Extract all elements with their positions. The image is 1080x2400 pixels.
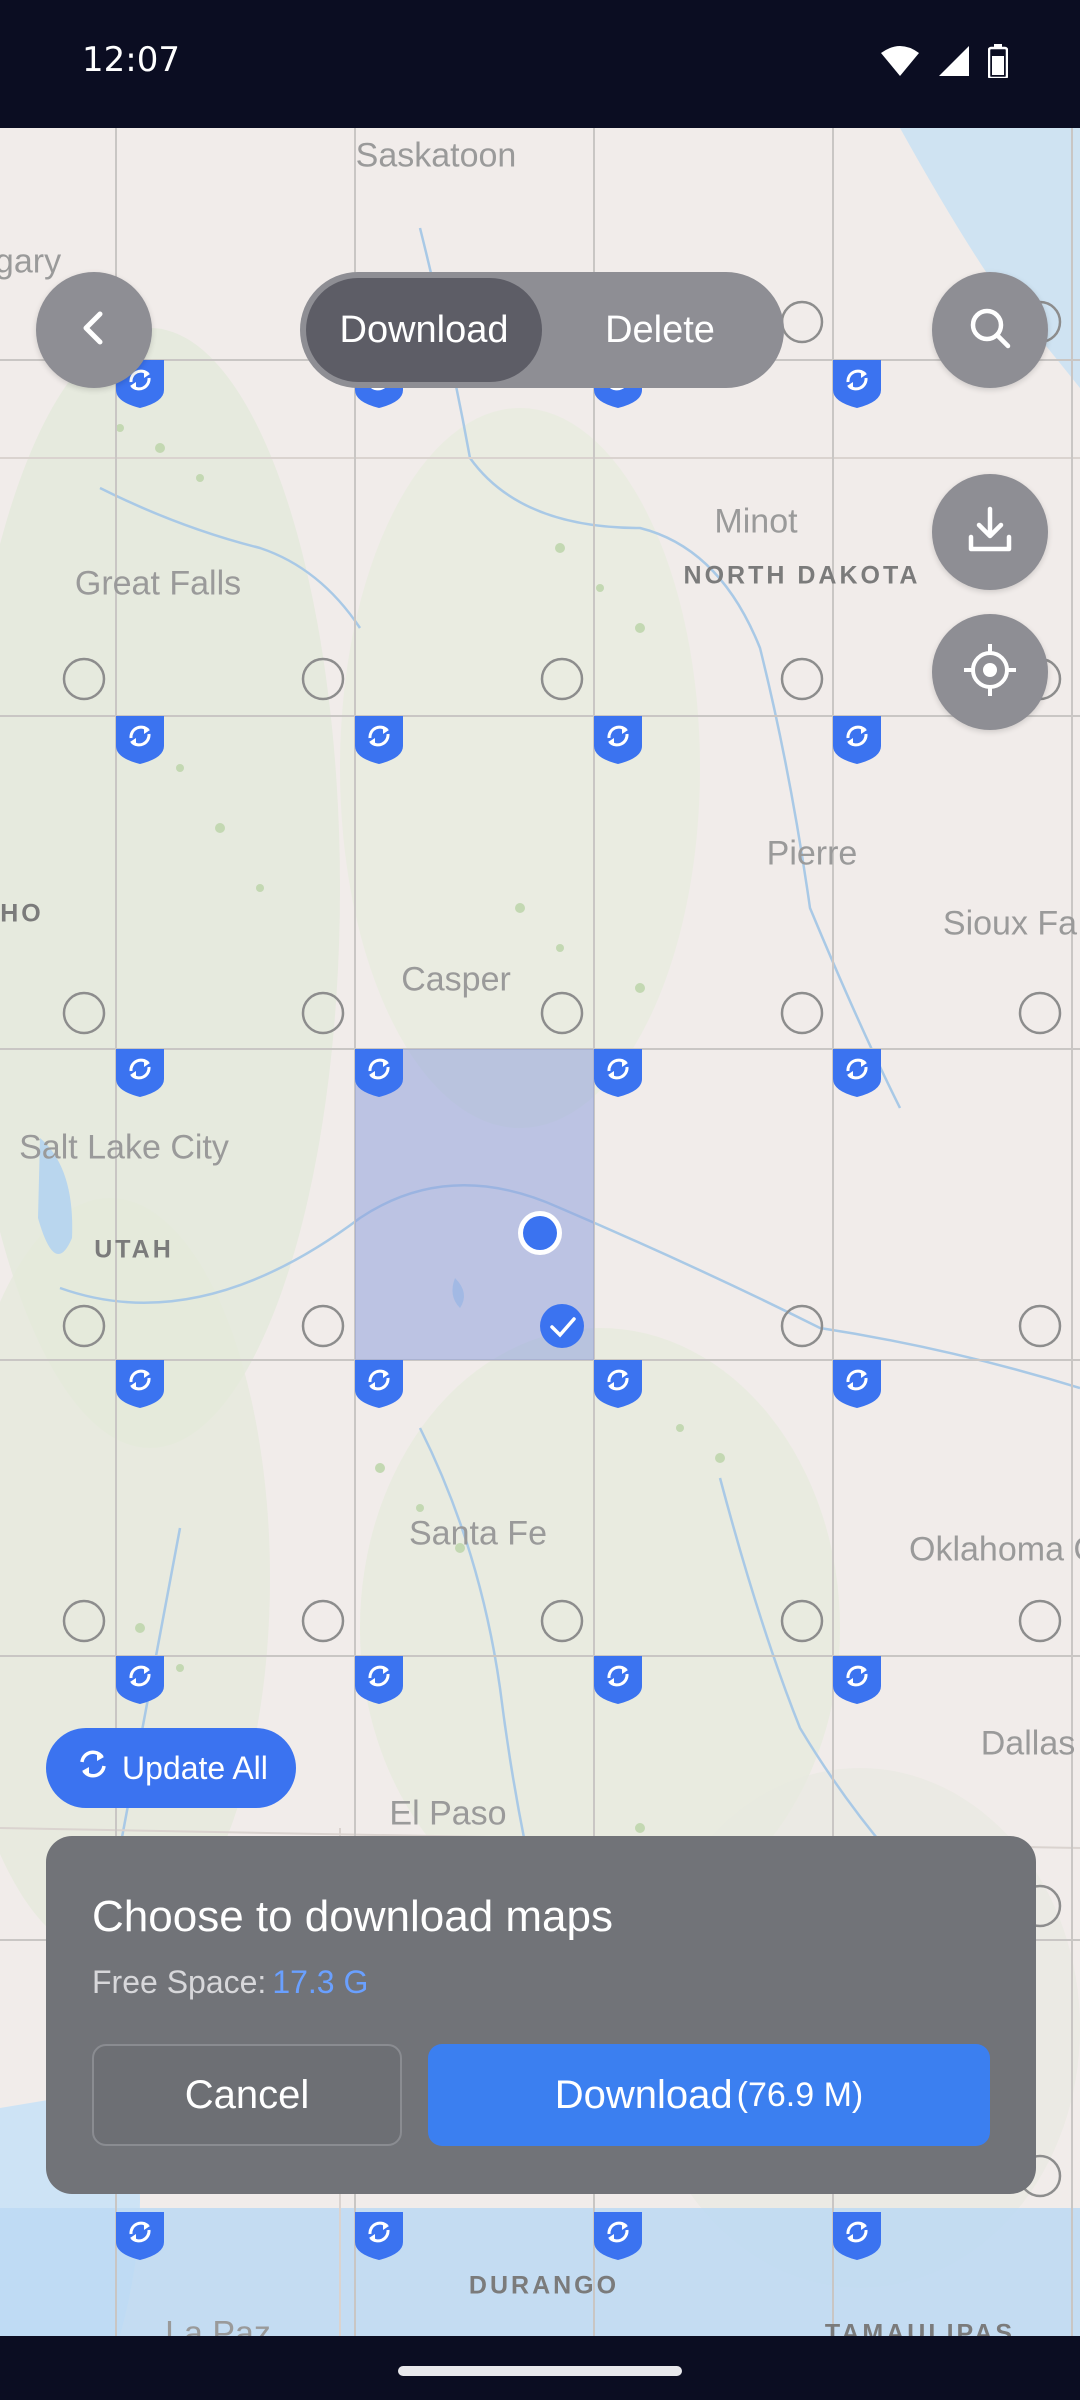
update-all-label: Update All — [122, 1749, 268, 1786]
cellular-signal-icon — [938, 45, 970, 82]
city-label: Sioux Fa — [942, 904, 1078, 943]
mode-segmented-control: Download Delete — [300, 272, 784, 388]
wifi-icon — [880, 45, 920, 82]
back-button[interactable] — [36, 272, 152, 388]
download-size: (76.9 M) — [736, 2075, 864, 2114]
city-label: Pierre — [766, 834, 858, 873]
city-label: Casper — [401, 960, 511, 999]
chevron-left-icon — [72, 306, 116, 355]
locate-button[interactable] — [932, 614, 1048, 730]
free-space: Free Space: 17.3 G — [92, 1964, 368, 2001]
status-time: 12:07 — [82, 40, 180, 80]
refresh-icon — [76, 1747, 110, 1789]
cancel-label: Cancel — [184, 2072, 310, 2117]
state-label: UTAH — [94, 1235, 174, 1264]
search-button[interactable] — [932, 272, 1048, 388]
city-label: Minot — [714, 502, 798, 541]
tab-delete[interactable]: Delete — [542, 278, 778, 382]
download-all-button[interactable] — [932, 474, 1048, 590]
update-all-button[interactable]: Update All — [46, 1728, 296, 1808]
status-bar: 12:07 — [0, 0, 1080, 128]
search-icon — [966, 304, 1014, 357]
download-button[interactable]: Download (76.9 M) — [428, 2044, 990, 2146]
city-label: Oklahoma Cit — [909, 1530, 1080, 1569]
city-label: gary — [0, 242, 62, 281]
state-label: TAMAULIPAS — [824, 2319, 1016, 2337]
city-label: Great Falls — [74, 564, 242, 603]
download-sheet: Choose to download maps Free Space: 17.3 … — [46, 1836, 1036, 2194]
crosshair-icon — [962, 642, 1018, 703]
cancel-button[interactable]: Cancel — [92, 2044, 402, 2146]
city-label: El Paso — [389, 1794, 507, 1833]
city-label: La Paz — [165, 2314, 271, 2337]
free-space-label: Free Space: — [92, 1964, 267, 2000]
city-label: Santa Fe — [409, 1514, 547, 1553]
city-label: Saskatoon — [355, 136, 517, 175]
status-icons — [880, 44, 1009, 83]
state-label: DURANGO — [468, 2271, 620, 2300]
home-indicator[interactable] — [398, 2366, 682, 2376]
download-icon — [963, 503, 1017, 562]
tab-download[interactable]: Download — [306, 278, 542, 382]
download-label: Download — [554, 2072, 733, 2117]
city-label: Dallas — [980, 1724, 1076, 1763]
navigation-bar — [0, 2336, 1080, 2400]
sheet-title: Choose to download maps — [92, 1892, 613, 1941]
free-space-value: 17.3 G — [272, 1964, 369, 2000]
state-label: NORTH DAKOTA — [683, 561, 921, 590]
battery-icon — [987, 44, 1009, 83]
city-label: Salt Lake City — [19, 1128, 229, 1167]
state-label: HO — [0, 899, 44, 928]
